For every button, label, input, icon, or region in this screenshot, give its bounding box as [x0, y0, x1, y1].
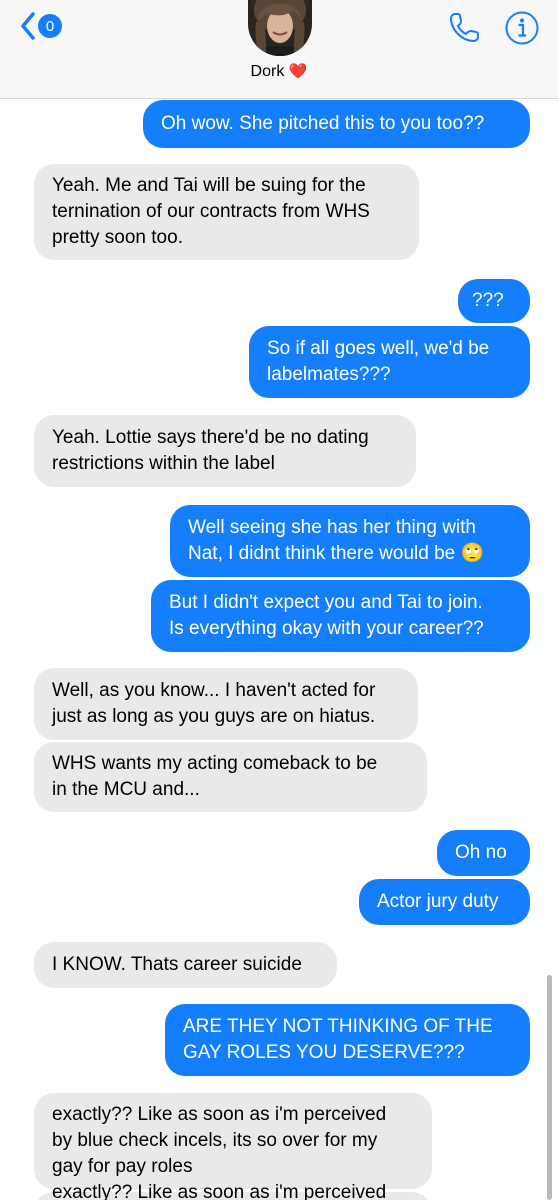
info-icon[interactable] — [504, 10, 540, 46]
message-bubble-received-partial[interactable]: exactly?? Like as soon as i'm perceived — [34, 1182, 432, 1200]
message-bubble-received[interactable]: Well, as you know... I haven't acted for… — [34, 668, 418, 740]
contact-name-text: Dork — [250, 63, 285, 80]
message-bubble-sent[interactable]: Actor jury duty — [359, 879, 530, 925]
message-text: Yeah. Me and Tai will be suing for the t… — [52, 175, 370, 248]
unread-badge: 0 — [38, 14, 62, 38]
messages-screen: 0 Dork ❤️ Oh wow. She pitched this to yo… — [0, 0, 558, 1200]
message-bubble-received[interactable]: exactly?? Like as soon as i'm perceived … — [34, 1093, 432, 1189]
heart-emoji: ❤️ — [288, 63, 308, 80]
message-bubble-sent[interactable]: But I didn't expect you and Tai to join.… — [151, 580, 530, 652]
message-bubble-received[interactable]: WHS wants my acting comeback to be in th… — [34, 742, 427, 812]
message-text: WHS wants my acting comeback to be in th… — [52, 753, 378, 800]
message-bubble-sent[interactable]: Oh no — [437, 830, 530, 876]
message-bubble-sent[interactable]: ARE THEY NOT THINKING OF THE GAY ROLES Y… — [165, 1004, 530, 1076]
message-text: So if all goes well, we'd be labelmates?… — [267, 338, 490, 385]
chevron-left-icon — [21, 12, 35, 40]
message-bubble-sent[interactable]: Well seeing she has her thing with Nat, … — [170, 505, 530, 577]
message-bubble-received[interactable]: Yeah. Lottie says there'd be no dating r… — [34, 415, 416, 487]
message-bubble-sent[interactable]: So if all goes well, we'd be labelmates?… — [249, 326, 530, 398]
message-text: Oh no — [455, 842, 507, 863]
message-text: Oh wow. She pitched this to you too?? — [161, 113, 485, 134]
message-text: Well, as you know... I haven't acted for… — [52, 680, 376, 727]
message-text: exactly?? Like as soon as i'm perceived … — [52, 1104, 387, 1177]
scrollbar[interactable] — [547, 975, 552, 1200]
message-text: ARE THEY NOT THINKING OF THE GAY ROLES Y… — [183, 1016, 493, 1063]
message-text: But I didn't expect you and Tai to join.… — [169, 592, 484, 639]
message-text: Well seeing she has her thing with Nat, … — [188, 517, 485, 564]
phone-icon[interactable] — [446, 10, 482, 46]
conversation-header: 0 Dork ❤️ — [0, 0, 558, 99]
message-text: I KNOW. Thats career suicide — [52, 954, 302, 975]
message-text: exactly?? Like as soon as i'm perceived — [52, 1182, 387, 1200]
message-bubble-received[interactable]: Yeah. Me and Tai will be suing for the t… — [34, 164, 419, 260]
message-text: Actor jury duty — [377, 891, 499, 912]
back-button[interactable]: 0 — [20, 8, 80, 44]
message-text: Yeah. Lottie says there'd be no dating r… — [52, 427, 369, 474]
message-text: ??? — [472, 290, 504, 311]
message-bubble-sent[interactable]: Oh wow. She pitched this to you too?? — [143, 100, 530, 148]
avatar[interactable] — [248, 0, 312, 56]
contact-name[interactable]: Dork ❤️ — [0, 62, 558, 81]
message-bubble-received[interactable]: I KNOW. Thats career suicide — [34, 942, 337, 988]
message-bubble-sent[interactable]: ??? — [458, 279, 530, 323]
